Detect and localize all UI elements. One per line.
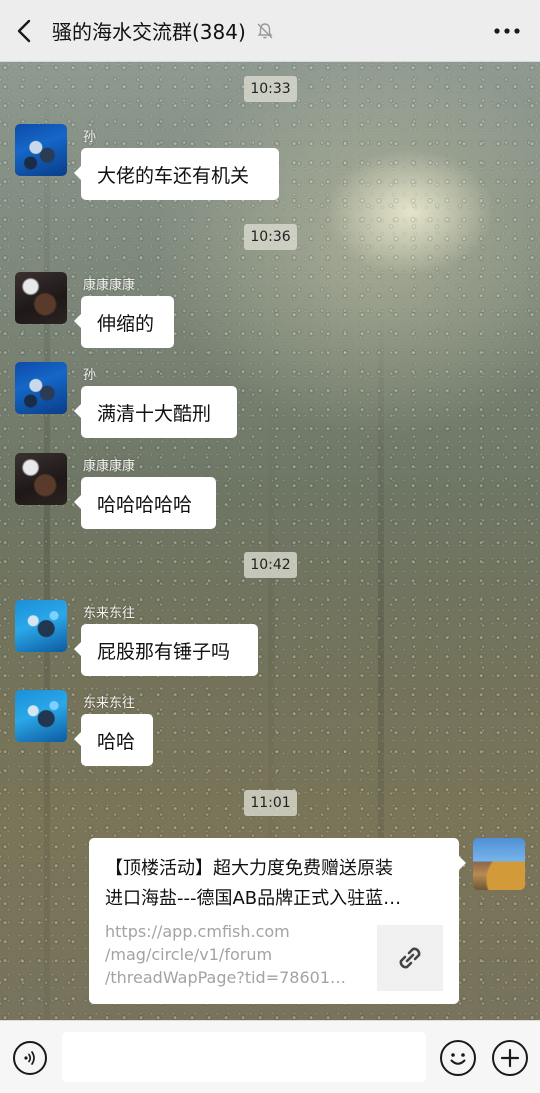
emoji-button[interactable] [440, 1040, 476, 1076]
emoji-icon [450, 1053, 466, 1065]
wallpaper-streak [44, 62, 50, 1020]
link-title-line: 进口海盐---德国AB品牌正式入驻蓝… [105, 888, 402, 909]
chat-title: 骚的海水交流群(384) [52, 20, 246, 44]
link-icon [399, 947, 421, 969]
more-dots-icon [494, 28, 520, 34]
bell-off-icon [256, 22, 274, 40]
link-url-line: https://app.cmfish.com [105, 922, 290, 941]
link-thumbnail [377, 925, 443, 991]
link-title-line: 【顶楼活动】超大力度免费赠送原装 [105, 858, 393, 879]
voice-button[interactable] [13, 1041, 47, 1075]
message-bubble[interactable]: 哈哈哈哈哈 [74, 477, 216, 529]
sender-name: 康康康康 [83, 459, 136, 474]
back-button[interactable] [0, 0, 48, 62]
avatar[interactable] [15, 272, 67, 324]
sender-name: 孙 [83, 130, 97, 145]
sender-name: 康康康康 [83, 278, 136, 293]
message-bubble[interactable]: 哈哈 [74, 714, 153, 766]
message-bubble[interactable]: 伸缩的 [74, 296, 174, 348]
chevron-left-icon [17, 19, 31, 42]
timestamp: 10:36 [244, 224, 297, 250]
sender-name: 孙 [83, 368, 97, 383]
my-avatar[interactable] [473, 838, 525, 890]
message-bubble[interactable]: 满清十大酷刑 [74, 386, 237, 438]
avatar[interactable] [15, 124, 67, 176]
avatar[interactable] [15, 362, 67, 414]
link-url-line: /mag/circle/v1/forum [105, 945, 273, 964]
sender-name: 东来东往 [83, 606, 136, 621]
link-card-message[interactable]: 【顶楼活动】超大力度免费赠送原装 进口海盐---德国AB品牌正式入驻蓝… htt… [89, 838, 466, 1004]
avatar[interactable] [15, 600, 67, 652]
more-button[interactable] [492, 18, 522, 44]
plus-icon [500, 1048, 520, 1068]
timestamp: 10:42 [244, 552, 297, 578]
link-title: 【顶楼活动】超大力度免费赠送原装 进口海盐---德国AB品牌正式入驻蓝… [105, 854, 443, 914]
timestamp: 10:33 [244, 76, 297, 102]
timestamp: 11:01 [244, 790, 297, 816]
avatar[interactable] [15, 453, 67, 505]
voice-icon [24, 1051, 35, 1065]
input-bar [0, 1020, 540, 1093]
avatar[interactable] [15, 690, 67, 742]
sender-name: 东来东往 [83, 696, 136, 711]
message-bubble[interactable]: 大佬的车还有机关 [74, 148, 279, 200]
link-url-line: /threadWapPage?tid=786014… [105, 968, 355, 987]
link-url: https://app.cmfish.com /mag/circle/v1/fo… [105, 920, 355, 989]
chat-header: 骚的海水交流群(384) [0, 0, 540, 62]
message-input[interactable] [62, 1032, 426, 1082]
message-bubble[interactable]: 屁股那有锤子吗 [74, 624, 258, 676]
plus-button[interactable] [492, 1040, 528, 1076]
